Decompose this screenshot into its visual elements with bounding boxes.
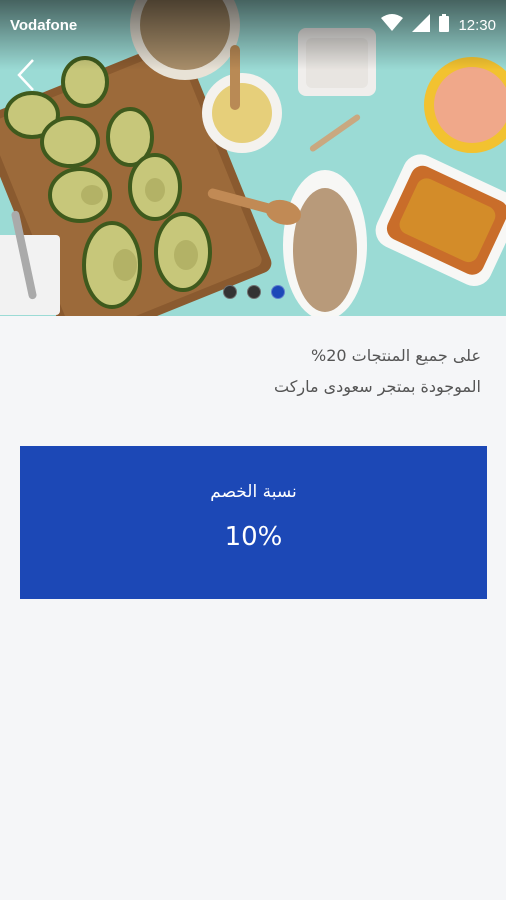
carousel-dot[interactable]: [247, 285, 261, 299]
back-button[interactable]: [10, 56, 42, 94]
carrier-name: Vodafone: [10, 16, 78, 34]
offer-line-2: الموجودة بمتجر سعودى ماركت: [274, 377, 481, 396]
offer-description: على جميع المنتجات 20% الموجودة بمتجر سعو…: [61, 340, 481, 402]
hero-image: Vodafone 12:30: [0, 0, 506, 316]
wifi-icon: [381, 14, 404, 36]
carousel-dot[interactable]: [223, 285, 237, 299]
carousel-dot-active[interactable]: [271, 285, 285, 299]
battery-icon: [439, 14, 450, 36]
discount-label: نسبة الخصم: [210, 482, 297, 502]
offer-line-1: على جميع المنتجات 20%: [311, 346, 481, 365]
status-bar: Vodafone 12:30: [0, 0, 506, 50]
carousel-indicator: [223, 285, 285, 299]
discount-value: 10%: [224, 522, 283, 552]
clock: 12:30: [458, 16, 496, 34]
signal-icon: [412, 14, 431, 36]
chevron-left-icon: [17, 59, 34, 91]
discount-card: نسبة الخصم 10%: [20, 446, 487, 599]
